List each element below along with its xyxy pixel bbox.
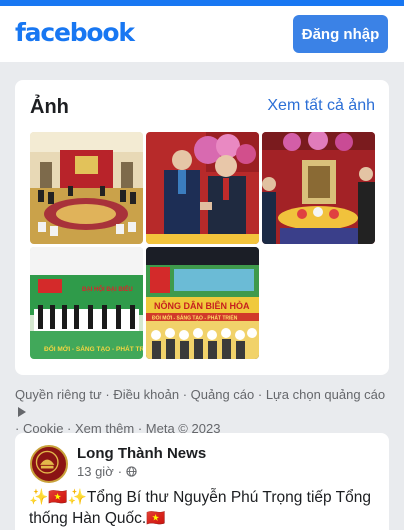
page-name[interactable]: Long Thành News — [77, 445, 206, 462]
photo-meeting-hall[interactable] — [30, 132, 143, 244]
post-meta: 13 giờ · — [77, 464, 137, 479]
banner-text-2b: ĐỔI MỚI - SÁNG TẠO - PHÁT TRIỂN — [152, 314, 238, 322]
top-bar: facebook Đăng nhập — [0, 0, 404, 62]
post-time[interactable]: 13 giờ — [77, 464, 114, 479]
footer-link-terms[interactable]: Điều khoản — [113, 387, 179, 402]
footer-links: Quyền riêng tư · Điều khoản · Quảng cáo … — [15, 387, 386, 436]
ad-choices-icon[interactable] — [18, 407, 26, 417]
post-card: Long Thành News 13 giờ · ✨🇻🇳✨Tổng Bí thư… — [15, 433, 389, 530]
see-all-photos-link[interactable]: Xem tất cả ảnh — [267, 97, 375, 115]
footer-link-ads[interactable]: Quảng cáo — [191, 387, 255, 402]
photos-card: Ảnh Xem tất cả ảnh ĐẠI HỘI ĐẠI BIỂU ĐỔI … — [15, 80, 389, 375]
photo-reception-flowers[interactable] — [262, 132, 375, 244]
footer-link-ad-choices[interactable]: Lựa chọn quảng cáo — [266, 387, 385, 402]
globe-icon — [126, 466, 137, 477]
photo-farmers-event[interactable]: NÔNG DÂN BIÊN HÒA ĐỔI MỚI - SÁNG TẠO - P… — [146, 247, 259, 359]
photos-title: Ảnh — [30, 96, 69, 118]
banner-text-1b: ĐỔI MỚI - SÁNG TẠO - PHÁT TRIỂN — [44, 344, 143, 353]
meta-separator: · — [117, 464, 123, 479]
page-avatar[interactable] — [30, 445, 68, 483]
post-text: ✨🇻🇳✨Tổng Bí thư Nguyễn Phú Trọng tiếp Tổ… — [29, 489, 371, 527]
photo-handshake[interactable] — [146, 132, 259, 244]
photo-congress-stage[interactable]: ĐẠI HỘI ĐẠI BIỂU ĐỔI MỚI - SÁNG TẠO - PH… — [30, 247, 143, 359]
banner-text-2: NÔNG DÂN BIÊN HÒA — [154, 300, 250, 311]
footer-link-privacy[interactable]: Quyền riêng tư — [15, 387, 102, 402]
banner-text-1: ĐẠI HỘI ĐẠI BIỂU — [82, 285, 133, 293]
facebook-logo[interactable]: facebook — [15, 18, 135, 47]
login-button[interactable]: Đăng nhập — [293, 15, 388, 53]
